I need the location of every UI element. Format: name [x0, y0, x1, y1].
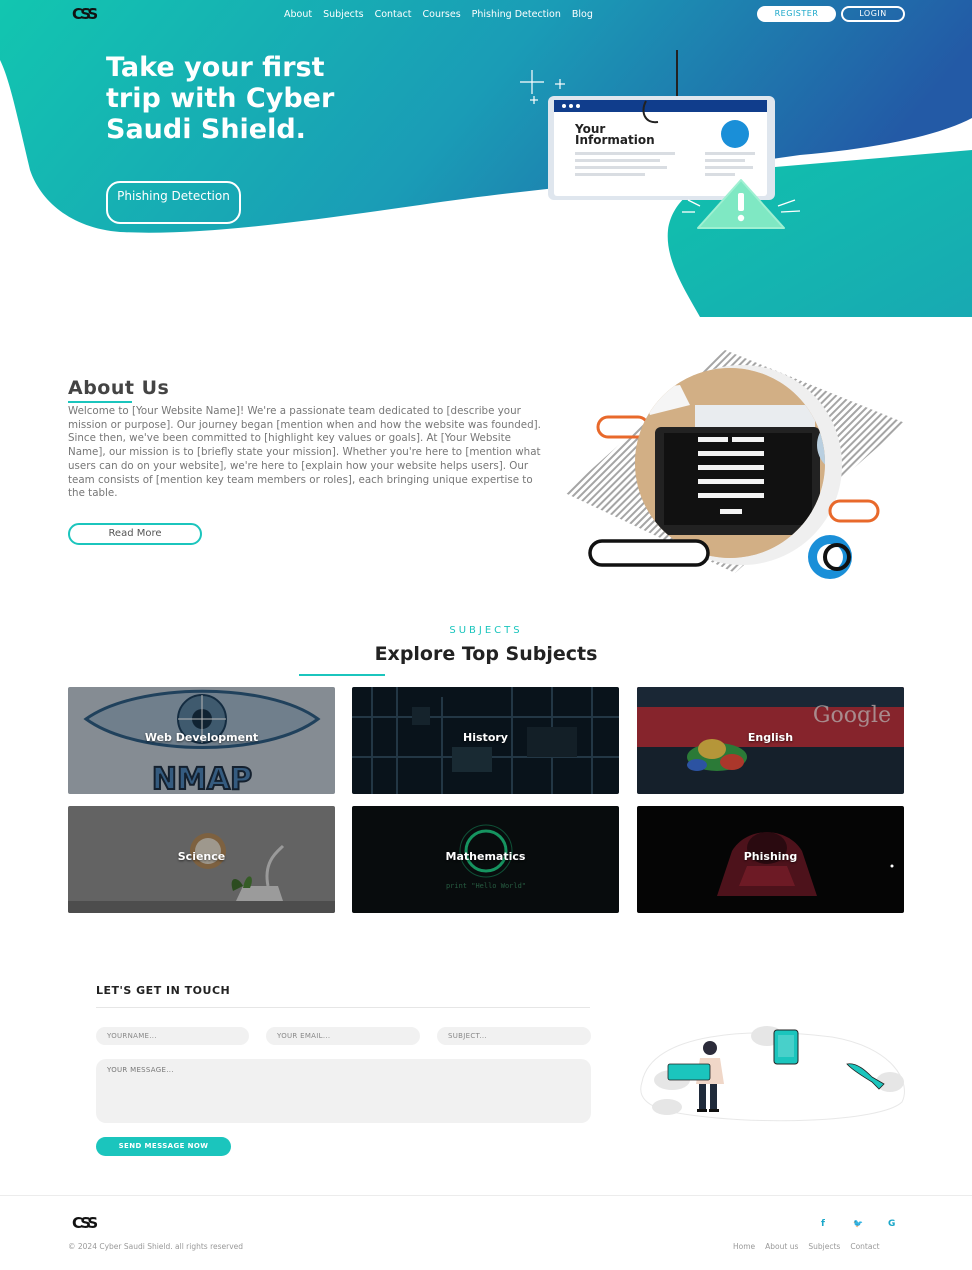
subjects-underline [299, 674, 385, 676]
subject-card-phishing[interactable]: Phishing [637, 806, 904, 913]
copyright-text: © 2024 Cyber Saudi Shield. all rights re… [68, 1242, 244, 1251]
about-text: Welcome to [Your Website Name]! We're a … [68, 405, 541, 500]
footer-link-contact[interactable]: Contact [850, 1242, 879, 1251]
subject-card-science[interactable]: Science [68, 806, 335, 913]
hero-background: Your Information [0, 0, 972, 317]
nav-subjects[interactable]: Subjects [323, 9, 363, 20]
subjects-kicker: SUBJECTS [449, 625, 523, 636]
subject-card-label: English [747, 731, 794, 744]
footer-link-about[interactable]: About us [765, 1242, 798, 1251]
about-underline [68, 401, 132, 403]
site-logo[interactable]: CSS [72, 5, 98, 23]
subject-card-web-development[interactable]: NMAP Web Development [68, 687, 335, 794]
contact-title: LET'S GET IN TOUCH [96, 984, 231, 997]
subject-card-history[interactable]: History [352, 687, 619, 794]
email-input[interactable]: YOUR EMAIL... [266, 1027, 420, 1045]
nav-about[interactable]: About [284, 9, 312, 20]
twitter-icon[interactable]: 🐦 [853, 1219, 863, 1228]
nav-phishing-detection[interactable]: Phishing Detection [472, 9, 561, 20]
contact-divider [96, 1007, 590, 1008]
nav-blog[interactable]: Blog [572, 9, 593, 20]
facebook-icon[interactable]: f [821, 1219, 825, 1229]
subject-card-label: Web Development [144, 731, 259, 744]
about-illustration [565, 350, 905, 579]
subject-card-mathematics[interactable]: print "Hello World" Mathematics [352, 806, 619, 913]
subject-card-english[interactable]: Google English [637, 687, 904, 794]
footer-nav: Home About us Subjects Contact [733, 1242, 880, 1251]
contact-illustration [640, 1026, 905, 1122]
subject-input[interactable]: SUBJECT... [437, 1027, 591, 1045]
subject-card-label: History [463, 731, 508, 744]
send-message-button[interactable]: SEND MESSAGE NOW [96, 1137, 231, 1156]
subject-card-label: Mathematics [445, 850, 526, 863]
footer-logo[interactable]: CSS [72, 1214, 98, 1232]
login-button[interactable]: LOGIN [841, 6, 905, 22]
phishing-detection-button[interactable]: Phishing Detection [106, 181, 241, 224]
footer-link-home[interactable]: Home [733, 1242, 755, 1251]
about-title: About Us [68, 377, 170, 399]
read-more-button[interactable]: Read More [68, 523, 202, 545]
register-button[interactable]: REGISTER [757, 6, 836, 22]
footer-link-subjects[interactable]: Subjects [808, 1242, 840, 1251]
svg-text:Information: Information [575, 133, 655, 147]
hero-title: Take your first trip with Cyber Saudi Sh… [106, 52, 335, 145]
google-icon[interactable]: G [888, 1219, 895, 1229]
main-nav: About Subjects Contact Courses Phishing … [284, 9, 593, 20]
nav-contact[interactable]: Contact [375, 9, 412, 20]
nav-courses[interactable]: Courses [423, 9, 461, 20]
name-input[interactable]: YOURNAME... [96, 1027, 249, 1045]
subject-card-label: Science [177, 850, 226, 863]
subjects-title: Explore Top Subjects [374, 643, 598, 665]
footer-divider [0, 1195, 972, 1196]
subject-card-label: Phishing [743, 850, 798, 863]
message-textarea[interactable]: YOUR MESSAGE... [96, 1059, 591, 1123]
